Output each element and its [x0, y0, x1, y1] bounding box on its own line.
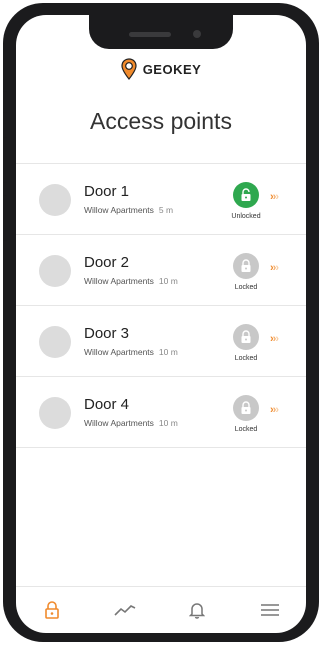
- door-building: Willow Apartments: [84, 276, 154, 286]
- door-distance: 10 m: [158, 418, 178, 428]
- door-name: Door 3: [84, 325, 130, 342]
- door-building: Willow Apartments: [84, 347, 154, 357]
- camera: [193, 30, 201, 38]
- door-status: Locked: [234, 355, 258, 362]
- logo-text: GEOKEY: [142, 61, 202, 77]
- notch: [89, 15, 233, 49]
- lock-icon[interactable]: [233, 253, 259, 279]
- door-status: Unlocked: [231, 213, 261, 220]
- door-avatar: [39, 397, 71, 429]
- door-location: Willow Apartments 5 m: [84, 205, 173, 215]
- door-distance: 5 m: [158, 205, 174, 215]
- chevron-right-icon[interactable]: ›››: [270, 404, 279, 416]
- nav-menu-icon[interactable]: [250, 595, 290, 625]
- door-distance: 10 m: [158, 276, 178, 286]
- door-building: Willow Apartments: [84, 418, 154, 428]
- page-title: Access points: [90, 108, 232, 134]
- door-name: Door 1: [84, 183, 130, 200]
- door-avatar: [39, 184, 71, 216]
- speaker: [129, 32, 171, 37]
- phone-frame: GEOKEY Access points Door 1 Willow Apart…: [3, 3, 319, 642]
- door-status: Locked: [234, 426, 258, 433]
- door-avatar: [39, 255, 71, 287]
- screen: GEOKEY Access points Door 1 Willow Apart…: [16, 15, 306, 633]
- door-location: Willow Apartments 10 m: [84, 276, 178, 286]
- location-pin-icon: [121, 58, 137, 80]
- side-button: [3, 91, 7, 113]
- chevron-right-icon[interactable]: ›››: [270, 333, 279, 345]
- chevron-right-icon[interactable]: ›››: [270, 191, 279, 203]
- nav-activity-icon[interactable]: [105, 595, 145, 625]
- door-list: Door 1 Willow Apartments 5 m Unlocked ›››…: [16, 163, 306, 448]
- nav-bell-icon[interactable]: [177, 595, 217, 625]
- volume-up-button: [3, 137, 7, 183]
- door-building: Willow Apartments: [84, 205, 154, 215]
- door-status: Locked: [234, 284, 258, 291]
- nav-lock-icon[interactable]: [32, 595, 72, 625]
- app-logo: GEOKEY: [16, 58, 306, 80]
- door-avatar: [39, 326, 71, 358]
- bottom-nav: [16, 586, 306, 633]
- door-row[interactable]: Door 3 Willow Apartments 10 m Locked ›››: [16, 306, 306, 377]
- door-row[interactable]: Door 4 Willow Apartments 10 m Locked ›››: [16, 377, 306, 448]
- lock-open-icon[interactable]: [233, 182, 259, 208]
- lock-icon[interactable]: [233, 395, 259, 421]
- door-location: Willow Apartments 10 m: [84, 347, 178, 357]
- door-name: Door 4: [84, 396, 130, 413]
- door-distance: 10 m: [158, 347, 178, 357]
- lock-icon[interactable]: [233, 324, 259, 350]
- door-row[interactable]: Door 1 Willow Apartments 5 m Unlocked ›››: [16, 164, 306, 235]
- volume-down-button: [3, 195, 7, 241]
- door-location: Willow Apartments 10 m: [84, 418, 178, 428]
- door-row[interactable]: Door 2 Willow Apartments 10 m Locked ›››: [16, 235, 306, 306]
- door-name: Door 2: [84, 254, 130, 271]
- chevron-right-icon[interactable]: ›››: [270, 262, 279, 274]
